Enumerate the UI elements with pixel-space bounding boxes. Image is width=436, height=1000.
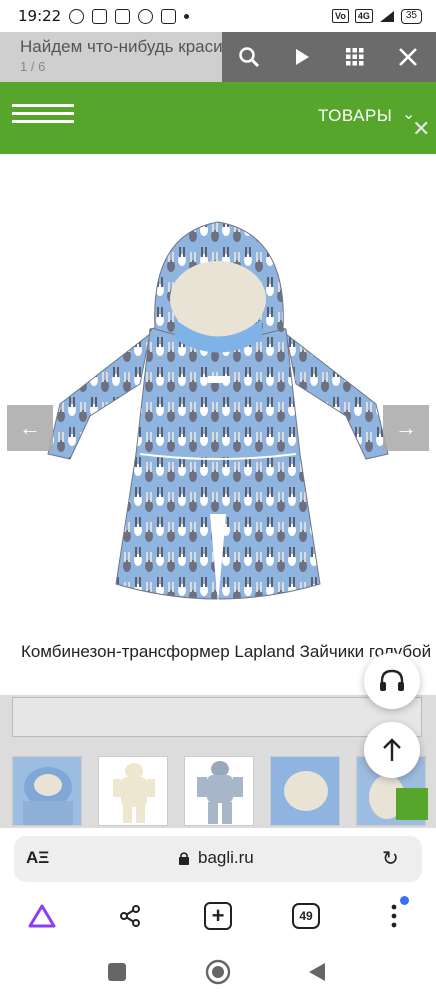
- thumbnail-3[interactable]: [184, 756, 254, 826]
- recents-button[interactable]: [108, 963, 126, 986]
- tabs-button[interactable]: 49: [288, 898, 324, 934]
- thumbnail-1[interactable]: [12, 756, 82, 826]
- network-type: 4G: [354, 9, 373, 23]
- reader-mode-icon[interactable]: AΞ: [26, 848, 49, 868]
- address-domain: bagli.ru: [198, 848, 254, 867]
- scroll-to-top-button[interactable]: [364, 722, 420, 778]
- status-right: Vo 4G 35: [332, 8, 422, 24]
- arrow-left-icon: ←: [19, 415, 41, 440]
- more-icon: [391, 904, 397, 928]
- find-in-page-tools: [222, 32, 436, 82]
- search-icon: [238, 47, 259, 68]
- nfc-icon: [92, 8, 108, 24]
- battery-indicator: 35: [400, 8, 422, 24]
- back-button[interactable]: [308, 962, 326, 987]
- search-button[interactable]: [222, 32, 275, 82]
- alice-icon: [28, 904, 56, 928]
- grid-icon: [345, 48, 363, 66]
- back-icon: [309, 963, 325, 981]
- listen-page-button[interactable]: [364, 653, 420, 709]
- system-navigation-bar: [0, 944, 436, 1000]
- close-search-button[interactable]: [381, 32, 434, 82]
- browser-toolbar: + 49: [0, 888, 436, 944]
- next-image-button[interactable]: →: [383, 405, 429, 451]
- notification-dot: [400, 896, 409, 905]
- lock-icon: [179, 852, 189, 865]
- find-in-page-input[interactable]: Найдем что-нибудь красивое?.. 1 / 6: [0, 32, 270, 82]
- menu-icon[interactable]: [12, 104, 74, 132]
- chat-widget-button[interactable]: [396, 788, 428, 820]
- prev-image-button[interactable]: ←: [7, 405, 53, 451]
- share-icon: [120, 905, 140, 927]
- find-in-page-counter: 1 / 6: [20, 59, 46, 74]
- status-time: 19:22: [18, 7, 62, 25]
- alarm-icon: [69, 8, 85, 24]
- close-icon[interactable]: ✕: [412, 116, 430, 142]
- new-tab-icon: +: [204, 902, 232, 930]
- browser-address-bar: AΞ bagli.ru ↻: [0, 828, 436, 888]
- upload-icon: [161, 8, 177, 24]
- play-icon: [295, 49, 309, 65]
- new-tab-button[interactable]: +: [200, 898, 236, 934]
- home-button[interactable]: [205, 959, 231, 990]
- grid-view-button[interactable]: [328, 32, 381, 82]
- recents-icon: [108, 963, 126, 981]
- thumbnail-2[interactable]: [98, 756, 168, 826]
- headphones-icon: [380, 669, 404, 691]
- home-icon: [205, 959, 231, 985]
- vpn-icon: [138, 8, 154, 24]
- product-image[interactable]: [0, 154, 436, 634]
- thumbnail-strip-frame: [12, 697, 422, 737]
- signal-icon: [379, 10, 394, 22]
- next-match-button[interactable]: [275, 32, 328, 82]
- reload-icon[interactable]: ↻: [382, 846, 399, 871]
- find-in-page-bar: Найдем что-нибудь красивое?.. 1 / 6: [0, 32, 436, 82]
- tabs-icon: 49: [292, 903, 320, 929]
- goods-menu-button[interactable]: ТОВАРЫ: [318, 106, 392, 126]
- mute-icon: [115, 8, 131, 24]
- thumbnail-4[interactable]: [270, 756, 340, 826]
- more-notifications-icon: [184, 13, 190, 19]
- share-button[interactable]: [112, 898, 148, 934]
- find-in-page-placeholder: Найдем что-нибудь красивое?..: [20, 37, 270, 56]
- status-notification-icons: [69, 8, 190, 24]
- status-bar: 19:22 Vo 4G 35: [0, 0, 436, 32]
- close-icon: [398, 48, 417, 66]
- arrow-up-icon: [383, 738, 401, 761]
- volte-icon: Vo: [332, 9, 349, 23]
- site-header: ТОВАРЫ ⌄ ✕: [0, 82, 436, 154]
- address-field[interactable]: AΞ bagli.ru ↻: [14, 836, 422, 882]
- arrow-right-icon: →: [395, 415, 417, 440]
- alice-button[interactable]: [24, 898, 60, 934]
